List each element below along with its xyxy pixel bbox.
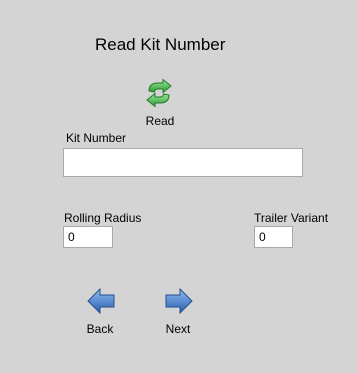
next-button-label: Next <box>165 322 191 336</box>
arrow-left-icon <box>87 288 115 314</box>
trailer-variant-label: Trailer Variant <box>254 211 329 225</box>
rolling-radius-input[interactable] <box>63 226 113 248</box>
read-button[interactable]: Read <box>138 78 182 130</box>
kit-number-label: Kit Number <box>66 131 127 145</box>
back-button[interactable]: Back <box>80 288 120 338</box>
back-button-label: Back <box>86 322 114 336</box>
trailer-variant-input[interactable] <box>254 226 293 248</box>
page-title: Read Kit Number <box>95 35 226 54</box>
arrow-right-icon <box>165 288 193 314</box>
kit-number-input[interactable] <box>63 148 303 177</box>
next-button[interactable]: Next <box>158 288 198 338</box>
refresh-icon <box>146 78 172 108</box>
rolling-radius-label: Rolling Radius <box>64 211 142 225</box>
read-button-label: Read <box>145 114 175 128</box>
